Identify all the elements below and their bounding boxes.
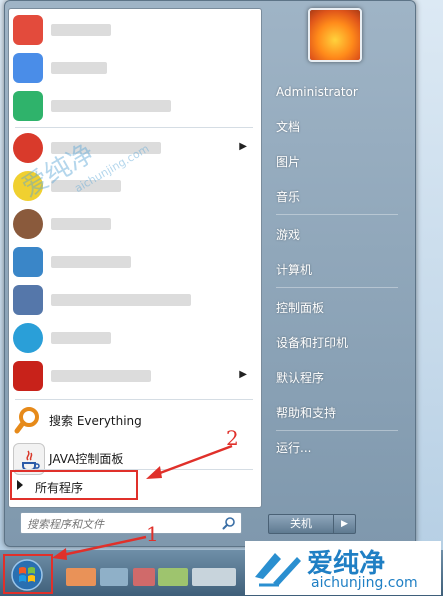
aichunjing-logo-icon — [255, 553, 301, 587]
annotation-label-1: 1 — [146, 522, 159, 546]
watermark-badge: 爱纯净 aichunjing.com — [245, 541, 441, 595]
annotation-label-2: 2 — [226, 426, 239, 450]
annotation-arrows — [52, 444, 233, 560]
watermark-badge-url: aichunjing.com — [311, 575, 418, 591]
